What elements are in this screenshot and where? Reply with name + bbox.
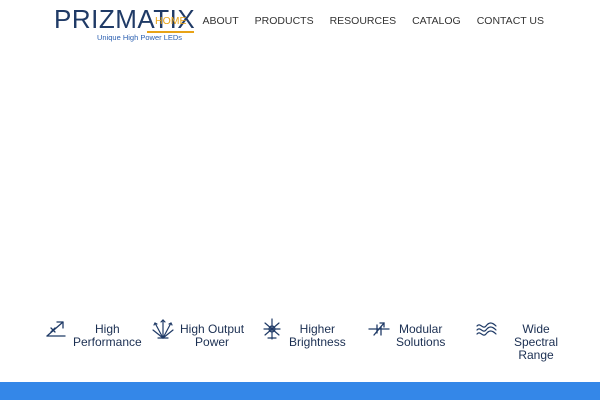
feature-label: High Performance — [73, 322, 142, 349]
feature-label: Wide Spectral Range — [514, 322, 559, 362]
feature-label: Modular Solutions — [396, 322, 446, 349]
brightness-star-icon — [261, 318, 283, 340]
feature-high-output-power: High Output Power — [152, 316, 244, 349]
site-header: PRIZMATIX Unique High Power LEDs HOME AB… — [0, 0, 600, 46]
feature-wide-spectral-range: Wide Spectral Range — [476, 316, 558, 362]
bottom-color-band — [0, 382, 600, 400]
hero-area — [0, 46, 600, 310]
nav-about[interactable]: ABOUT — [194, 14, 246, 33]
nav-products[interactable]: PRODUCTS — [247, 14, 322, 33]
feature-higher-brightness: Higher Brightness — [261, 316, 346, 349]
feature-modular-solutions: Modular Solutions — [368, 316, 445, 349]
main-nav: HOME ABOUT PRODUCTS RESOURCES CATALOG CO… — [146, 14, 552, 33]
nav-contact-us[interactable]: CONTACT US — [469, 14, 552, 33]
output-power-burst-icon — [152, 318, 174, 340]
modular-slider-icon — [368, 318, 390, 340]
nav-home[interactable]: HOME — [146, 14, 195, 33]
feature-label: Higher Brightness — [289, 322, 346, 349]
nav-resources[interactable]: RESOURCES — [322, 14, 405, 33]
performance-arrow-icon — [45, 318, 67, 340]
brand-tagline: Unique High Power LEDs — [97, 33, 183, 42]
spectral-waves-icon — [476, 318, 498, 340]
feature-label: High Output Power — [180, 322, 245, 349]
features-row: High Performance High Output Power Highe… — [0, 316, 600, 376]
feature-high-performance: High Performance — [45, 316, 142, 349]
nav-catalog[interactable]: CATALOG — [404, 14, 469, 33]
